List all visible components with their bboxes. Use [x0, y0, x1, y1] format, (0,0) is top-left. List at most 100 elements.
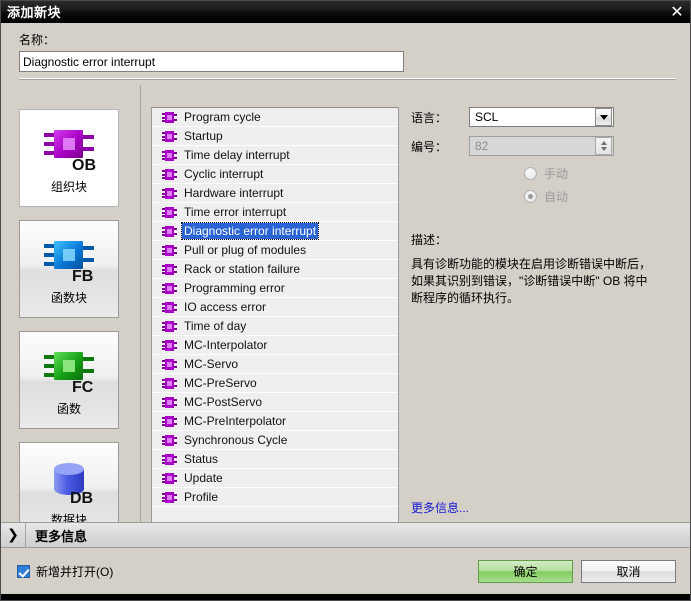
list-item[interactable]: Pull or plug of modules — [152, 241, 398, 260]
radio-auto-label: 自动 — [544, 190, 569, 204]
list-item-label: IO access error — [184, 300, 267, 314]
dialog-footer: 新增并打开(O) 确定 取消 — [1, 548, 690, 600]
ob-block-icon — [162, 434, 177, 447]
list-item[interactable]: MC-Servo — [152, 355, 398, 374]
ob-block-icon — [162, 339, 177, 352]
properties-column: 语言： SCL 编号： 82 手动 自动 描述： 具有诊断功能的模块在启用诊断错… — [399, 85, 690, 522]
radio-auto: 自动 — [524, 188, 678, 205]
spinner-arrows-icon — [595, 137, 612, 155]
list-item[interactable]: MC-PreInterpolator — [152, 412, 398, 431]
block-type-column: OB 组织块 FB 函数块 FC 函数 DB 数据块 — [1, 85, 141, 540]
list-item-label: Status — [184, 452, 219, 466]
fb-block-icon: FB — [36, 233, 102, 287]
chevron-down-icon[interactable] — [595, 108, 612, 126]
ob-block-icon — [162, 149, 177, 162]
list-item[interactable]: Hardware interrupt — [152, 184, 398, 203]
list-item-label: MC-PreServo — [184, 376, 257, 390]
add-and-open-label: 新增并打开(O) — [36, 564, 114, 579]
list-item[interactable]: MC-PostServo — [152, 393, 398, 412]
list-item[interactable]: MC-Interpolator — [152, 336, 398, 355]
description-text: 具有诊断功能的模块在启用诊断错误中断后，如果其识别到错误，"诊断错误中断" OB… — [411, 257, 652, 305]
list-item[interactable]: Profile — [152, 488, 398, 507]
more-information-expander[interactable]: ❯ 更多信息 — [1, 522, 690, 548]
list-item-label: Update — [184, 471, 223, 485]
ob-block-icon — [162, 225, 177, 238]
list-item[interactable]: Cyclic interrupt — [152, 165, 398, 184]
ob-block-icon — [162, 168, 177, 181]
number-stepper: 82 — [469, 136, 614, 156]
block-type-ob-button[interactable]: OB 组织块 — [19, 109, 119, 207]
list-item-label: Programming error — [184, 281, 285, 295]
ob-block-icon — [162, 282, 177, 295]
title-bar: 添加新块 ✕ — [1, 1, 690, 23]
number-label: 编号： — [411, 139, 448, 154]
ob-block-icon — [162, 301, 177, 314]
block-type-ob-label: 组织块 — [50, 179, 87, 194]
cancel-button[interactable]: 取消 — [581, 559, 676, 583]
list-item-label: Rack or station failure — [184, 262, 301, 276]
list-item-label: Startup — [184, 129, 223, 143]
block-type-fc-label: 函数 — [56, 401, 81, 416]
list-item[interactable]: MC-PreServo — [152, 374, 398, 393]
ob-block-icon — [162, 187, 177, 200]
more-information-expander-label: 更多信息 — [35, 528, 88, 544]
ob-block-icon — [162, 244, 177, 257]
language-value: SCL — [475, 110, 499, 124]
block-type-fb-label: 函数块 — [50, 290, 87, 305]
list-item-label: MC-PreInterpolator — [184, 414, 287, 428]
list-item-label: Time of day — [184, 319, 247, 333]
list-item-label: MC-Servo — [184, 357, 239, 371]
ok-button[interactable]: 确定 — [478, 559, 573, 583]
list-item-label: Profile — [184, 490, 219, 504]
block-type-fc-button[interactable]: FC 函数 — [19, 331, 119, 429]
list-item-label: Pull or plug of modules — [184, 243, 307, 257]
name-label: 名称： — [19, 33, 56, 47]
ob-block-icon — [162, 130, 177, 143]
main-region: OB 组织块 FB 函数块 FC 函数 DB 数据块 Program cycle… — [1, 85, 690, 540]
number-value: 82 — [475, 139, 489, 153]
description-label: 描述： — [411, 233, 448, 247]
list-item[interactable]: Time delay interrupt — [152, 146, 398, 165]
list-item[interactable]: Startup — [152, 127, 398, 146]
list-item[interactable]: Synchronous Cycle — [152, 431, 398, 450]
dialog-body: 名称： Diagnostic error interrupt OB 组织块 FB… — [1, 23, 690, 600]
ob-block-icon — [162, 358, 177, 371]
list-item[interactable]: Program cycle — [152, 108, 398, 127]
ob-block-icon — [162, 491, 177, 504]
more-information-link[interactable]: 更多信息... — [411, 499, 469, 516]
ob-block-icon: OB — [36, 122, 102, 176]
ob-block-icon — [162, 415, 177, 428]
ob-block-icon — [162, 453, 177, 466]
block-type-fb-button[interactable]: FB 函数块 — [19, 220, 119, 318]
list-item[interactable]: Status — [152, 450, 398, 469]
list-item[interactable]: IO access error — [152, 298, 398, 317]
add-and-open-checkbox[interactable]: 新增并打开(O) — [17, 563, 113, 580]
close-icon[interactable]: ✕ — [664, 1, 690, 23]
radio-manual: 手动 — [524, 165, 678, 182]
list-item[interactable]: Time error interrupt — [152, 203, 398, 222]
list-item[interactable]: Diagnostic error interrupt — [152, 222, 398, 241]
separator — [19, 78, 676, 80]
name-input[interactable] — [19, 51, 404, 72]
list-item[interactable]: Programming error — [152, 279, 398, 298]
number-row: 编号： 82 — [411, 136, 678, 156]
checkbox-checked-icon — [17, 564, 30, 578]
list-item-label: MC-Interpolator — [184, 338, 268, 352]
block-list[interactable]: Program cycle Startup Time delay interrupt… — [151, 107, 399, 531]
svg-text:DB: DB — [70, 490, 93, 506]
language-select[interactable]: SCL — [469, 107, 614, 127]
radio-manual-circle-icon — [524, 167, 537, 180]
list-item-label: Diagnostic error interrupt — [180, 222, 320, 240]
list-item-label: Synchronous Cycle — [184, 433, 288, 447]
svg-text:OB: OB — [72, 157, 96, 173]
list-item-label: Time delay interrupt — [184, 148, 290, 162]
language-row: 语言： SCL — [411, 107, 678, 127]
list-item[interactable]: Time of day — [152, 317, 398, 336]
svg-text:FC: FC — [72, 379, 94, 395]
list-item[interactable]: Update — [152, 469, 398, 488]
ob-block-icon — [162, 320, 177, 333]
list-item-label: Program cycle — [184, 110, 261, 124]
divider — [25, 523, 26, 547]
name-area: 名称： — [1, 23, 690, 84]
list-item[interactable]: Rack or station failure — [152, 260, 398, 279]
